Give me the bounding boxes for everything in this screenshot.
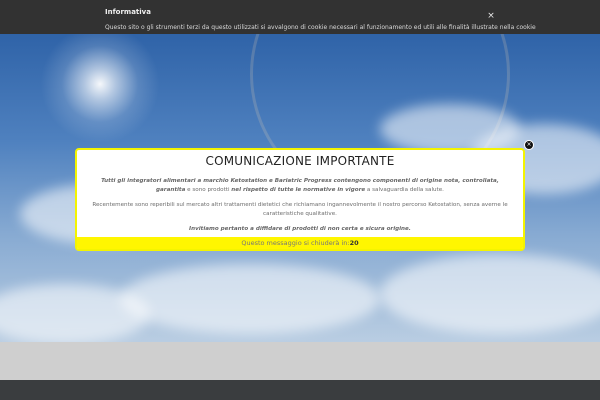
modal-paragraph-1-text: e sono prodotti xyxy=(185,187,232,193)
cookie-close-icon[interactable]: × xyxy=(484,9,498,23)
modal-paragraph-3: Invitiamo pertanto a diffidare di prodot… xyxy=(189,226,411,232)
modal-body: Tutti gli integratori alimentari a march… xyxy=(77,177,523,234)
modal-paragraph-1: Tutti gli integratori alimentari a march… xyxy=(87,177,513,195)
cookie-banner-text: Questo sito o gli strumenti terzi da que… xyxy=(105,24,536,31)
announcement-modal: COMUNICAZIONE IMPORTANTE Tutti gli integ… xyxy=(75,148,525,251)
modal-countdown-bar: Questo messaggio si chiuderà in:20 xyxy=(77,237,523,249)
cookie-banner: Informativa Questo sito o gli strumenti … xyxy=(0,0,600,34)
modal-paragraph-2: Recentemente sono reperibili sul mercato… xyxy=(92,202,508,217)
modal-title: COMUNICAZIONE IMPORTANTE xyxy=(205,154,395,168)
cloud xyxy=(0,284,150,342)
cloud xyxy=(380,254,600,334)
cloud xyxy=(120,264,380,334)
modal-paragraph-1-strong-2: nel rispetto di tutte le normative in vi… xyxy=(231,187,366,193)
countdown-value: 20 xyxy=(349,239,359,247)
content-band xyxy=(0,342,600,380)
sun-glare xyxy=(40,34,160,144)
modal-close-icon[interactable]: × xyxy=(524,140,534,150)
countdown-label: Questo messaggio si chiuderà in: xyxy=(241,239,350,247)
cookie-banner-title: Informativa xyxy=(105,8,151,16)
modal-paragraph-1-text-2: a salvaguardia della salute. xyxy=(365,187,444,193)
page-footer xyxy=(0,380,600,400)
